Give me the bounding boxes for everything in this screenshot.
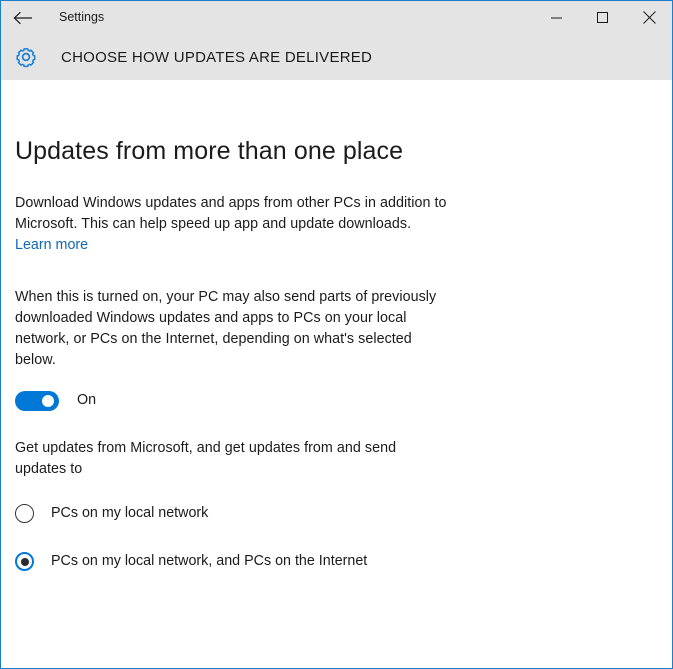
- radio-option-local-network[interactable]: PCs on my local network: [15, 502, 658, 526]
- close-button[interactable]: [626, 1, 672, 34]
- gear-icon: [14, 45, 38, 69]
- app-title: Settings: [59, 10, 105, 25]
- radio-option-label: PCs on my local network, and PCs on the …: [51, 553, 368, 570]
- window-caption-buttons: [534, 1, 672, 34]
- sharing-toggle-row: On: [15, 371, 658, 411]
- intro-paragraph: Download Windows updates and apps from o…: [15, 194, 447, 232]
- sharing-toggle[interactable]: [15, 390, 59, 411]
- maximize-button[interactable]: [580, 1, 626, 34]
- content-area: Updates from more than one place Downloa…: [1, 80, 672, 668]
- title-bar: Settings: [1, 1, 672, 34]
- radio-indicator: [15, 552, 34, 571]
- minimize-icon: [551, 12, 563, 24]
- close-icon: [642, 11, 656, 24]
- radio-indicator: [15, 504, 34, 523]
- radio-option-label: PCs on my local network: [51, 505, 209, 522]
- radio-group-prompt: Get updates from Microsoft, and get upda…: [15, 439, 397, 477]
- page-header-title: CHOOSE HOW UPDATES ARE DELIVERED: [61, 48, 373, 66]
- learn-more-link[interactable]: Learn more: [15, 235, 88, 256]
- maximize-icon: [597, 11, 609, 24]
- page-title: Updates from more than one place: [15, 137, 404, 165]
- toggle-knob: [42, 394, 54, 407]
- back-arrow-icon: [13, 11, 33, 25]
- detail-paragraph: When this is turned on, your PC may also…: [15, 288, 437, 368]
- radio-option-local-and-internet[interactable]: PCs on my local network, and PCs on the …: [15, 550, 658, 574]
- page-header: CHOOSE HOW UPDATES ARE DELIVERED: [1, 34, 672, 80]
- minimize-button[interactable]: [534, 1, 580, 34]
- toggle-state-label: On: [77, 392, 97, 409]
- update-source-radio-group: PCs on my local network PCs on my local …: [15, 480, 658, 574]
- back-button[interactable]: [1, 2, 45, 34]
- settings-window: Settings CHOOSE HOW UPDATES ARE DELIVERE…: [0, 0, 673, 669]
